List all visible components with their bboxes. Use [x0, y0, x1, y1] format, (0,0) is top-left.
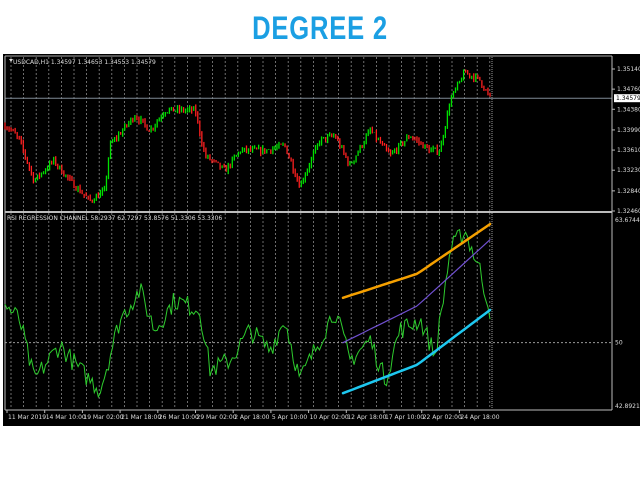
time-tick-label: 5 Apr 10:00 [272, 414, 307, 421]
time-tick-label: 19 Mar 02:00 [83, 414, 123, 421]
time-tick-label: 2 Apr 18:00 [234, 414, 269, 421]
time-tick-label: 11 Mar 2019 [8, 414, 46, 421]
lower-channel-line [341, 308, 492, 395]
price-tick-label: 1.34380 [617, 106, 640, 113]
time-tick-label: 21 Mar 18:00 [121, 414, 161, 421]
time-tick-label: 24 Apr 18:00 [460, 414, 499, 421]
time-tick-label: 17 Apr 10:00 [385, 414, 424, 421]
price-tick-label: 1.33990 [617, 127, 640, 134]
upper-channel-line [341, 222, 492, 300]
price-tick-label: 1.32460 [617, 208, 640, 215]
chart-window[interactable]: 1.35140 1.34760 1.34380 1.33990 1.33610 1.332… [3, 54, 640, 426]
price-tick-label: 1.33610 [617, 147, 640, 154]
current-price-label: 1.34579 [616, 95, 640, 102]
price-tick-label: 1.32840 [617, 188, 640, 195]
rsi-line [4, 228, 491, 399]
time-tick-label: 12 Apr 18:00 [347, 414, 386, 421]
rsi-tick-label: 50 [615, 340, 623, 347]
price-header: USDCAD,H1 1.34597 1.34653 1.34553 1.3457… [13, 59, 156, 66]
rsi-header: RSI REGRESSION CHANNEL 58.2937 62.7297 5… [7, 215, 222, 222]
chart-canvas[interactable]: 1.35140 1.34760 1.34380 1.33990 1.33610 1.332… [3, 54, 640, 426]
page-title: DEGREE 2 [252, 10, 388, 46]
time-tick-label: 22 Apr 02:00 [423, 414, 462, 421]
time-tick-label: 29 Mar 02:00 [197, 414, 237, 421]
price-tick-label: 1.34760 [617, 86, 640, 93]
time-tick-label: 26 Mar 10:00 [159, 414, 199, 421]
time-tick-label: 10 Apr 02:00 [310, 414, 349, 421]
rsi-tick-label: 42.8921 [615, 403, 640, 410]
price-tick-label: 1.35140 [617, 66, 640, 73]
rsi-tick-label: 63.6744 [615, 217, 640, 224]
time-tick-label: 14 Mar 10:00 [46, 414, 86, 421]
price-tick-label: 1.33230 [617, 167, 640, 174]
